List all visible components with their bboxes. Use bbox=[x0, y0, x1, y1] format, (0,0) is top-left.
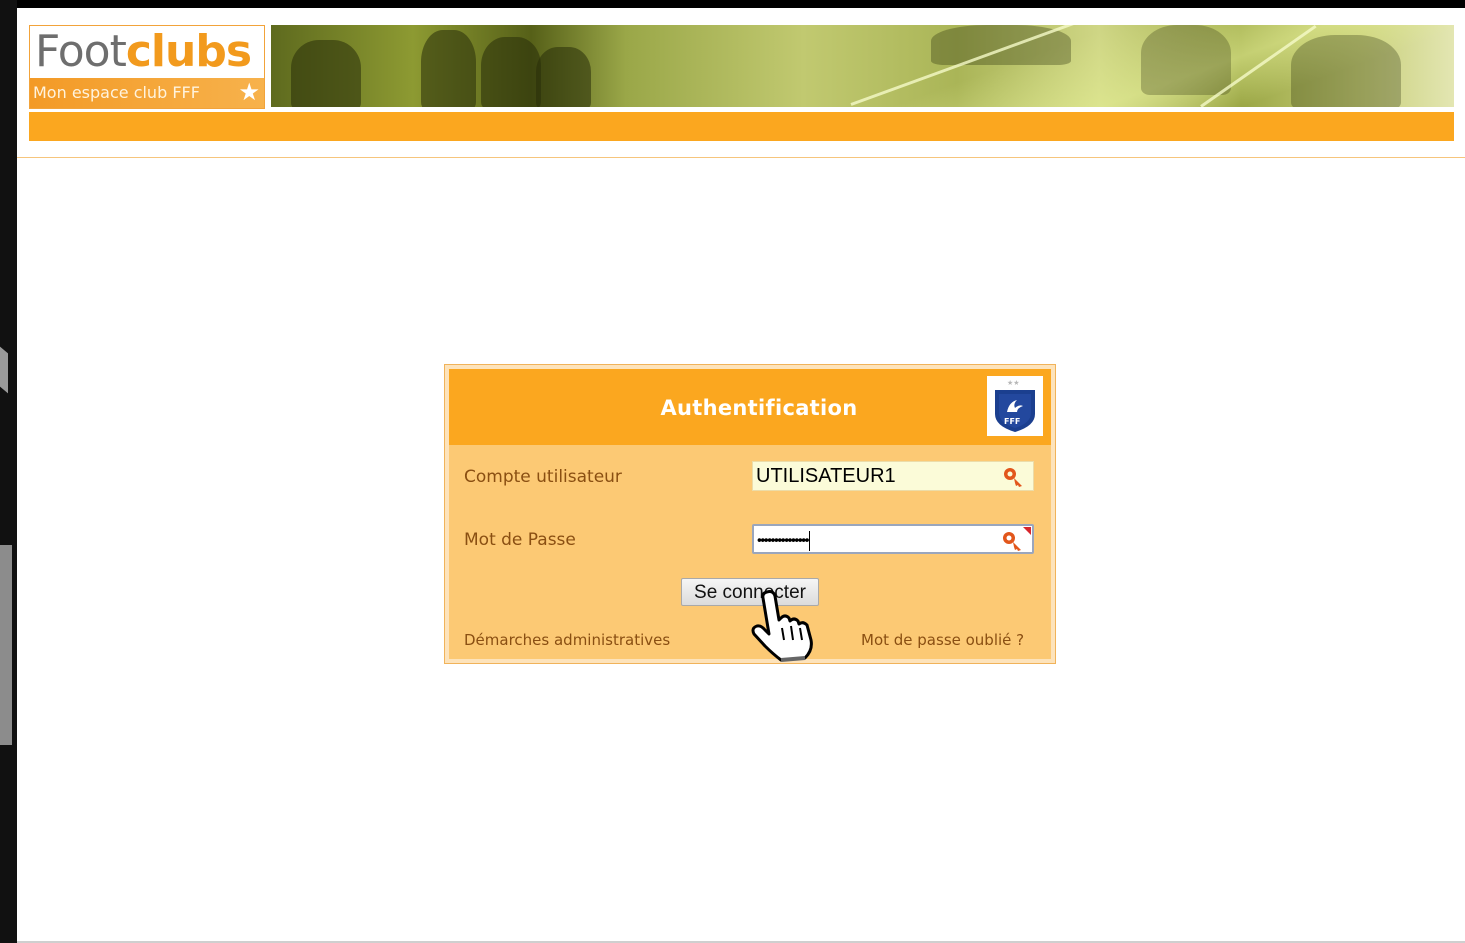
banner-player-figure bbox=[421, 30, 476, 107]
username-field[interactable]: UTILISATEUR1 bbox=[752, 461, 1034, 491]
logo-subtitle: Mon espace club FFF bbox=[33, 83, 200, 102]
fff-badge-text: FFF bbox=[1004, 417, 1020, 426]
key-icon bbox=[1004, 468, 1022, 487]
svg-text:★★: ★★ bbox=[1007, 379, 1020, 387]
authentication-panel: Authentification ★★ FFF Compte utilisate… bbox=[444, 364, 1056, 664]
header-banner-image bbox=[271, 25, 1454, 107]
username-label: Compte utilisateur bbox=[464, 467, 622, 487]
forgot-password-link[interactable]: Mot de passe oublié ? bbox=[861, 631, 1024, 649]
logo-foot-text: Foot bbox=[35, 26, 127, 77]
star-icon: ★ bbox=[238, 78, 260, 106]
banner-player-figure bbox=[536, 47, 591, 107]
fff-logo-icon: ★★ FFF bbox=[987, 376, 1043, 436]
password-value: ••••••••••••••• bbox=[757, 531, 811, 551]
header-divider bbox=[17, 157, 1465, 158]
logo-clubs-text: clubs bbox=[125, 26, 252, 77]
password-label: Mot de Passe bbox=[464, 530, 576, 550]
page: Footclubs Mon espace club FFF ★ Authenti… bbox=[17, 8, 1465, 943]
frame-artifact bbox=[0, 545, 12, 745]
logo-wordmark: Footclubs bbox=[35, 26, 252, 77]
banner-player-figure bbox=[291, 40, 361, 107]
authentication-title: Authentification bbox=[660, 396, 858, 420]
banner-player-figure bbox=[481, 37, 541, 107]
header-orange-bar bbox=[29, 112, 1454, 141]
password-field[interactable]: ••••••••••••••• bbox=[752, 524, 1034, 554]
frame-artifact bbox=[0, 346, 8, 394]
administrative-procedures-link[interactable]: Démarches administratives bbox=[464, 631, 670, 649]
banner-player-figure bbox=[1291, 35, 1401, 107]
authentication-header: Authentification ★★ FFF bbox=[449, 369, 1051, 445]
window-frame-left bbox=[0, 0, 17, 943]
authentication-panel-body: Authentification ★★ FFF Compte utilisate… bbox=[449, 369, 1051, 662]
key-icon bbox=[1003, 532, 1021, 551]
footclubs-logo[interactable]: Footclubs Mon espace club FFF ★ bbox=[29, 25, 265, 109]
banner-player-figure bbox=[1141, 25, 1231, 95]
validation-marker bbox=[1023, 527, 1031, 535]
hand-pointer-cursor-icon bbox=[751, 590, 813, 662]
username-value: UTILISATEUR1 bbox=[756, 465, 896, 487]
logo-subtitle-strip: Mon espace club FFF ★ bbox=[30, 78, 264, 108]
